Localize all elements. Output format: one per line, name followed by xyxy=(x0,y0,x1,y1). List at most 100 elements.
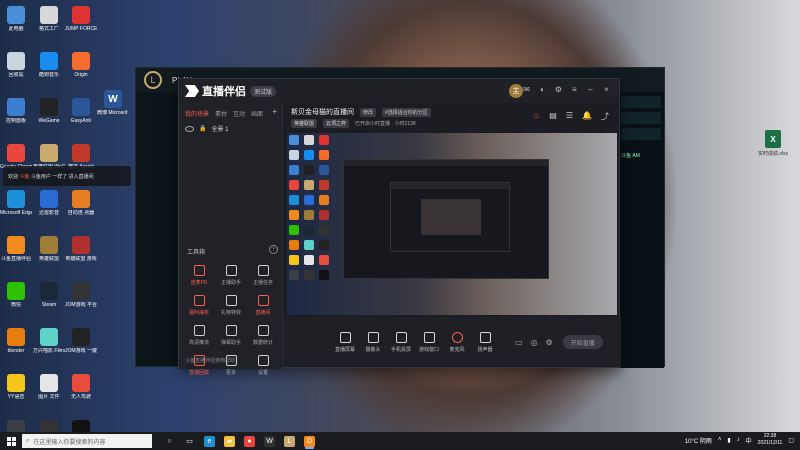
toolbox-item[interactable]: 直播间 xyxy=(247,295,279,316)
tool-icon xyxy=(225,295,237,306)
toolbox-item[interactable]: 主播助手 xyxy=(215,265,247,286)
tab-my-scenes[interactable]: 我的场景 xyxy=(185,109,209,118)
gift-icon[interactable]: ♨ xyxy=(533,111,540,122)
category-selector[interactable]: #选择适合你的分区 xyxy=(382,107,431,117)
desktop-icon[interactable]: 控制面板 xyxy=(1,94,31,140)
live-companion-window[interactable]: 直播伴侣 测试版 主 ✉ ◐ ⚙ ≡ – × 我的场景 素材 互动 画面 + 🔒… xyxy=(178,78,621,376)
tab-interact[interactable]: 互动 xyxy=(233,109,245,118)
desktop-icon[interactable]: 斗鱼直播伴侣 xyxy=(1,232,31,278)
close-icon[interactable]: × xyxy=(602,85,611,94)
desktop-icon[interactable]: 图片 文件 xyxy=(34,370,64,416)
mode-tag[interactable]: 云顶之弈 xyxy=(323,119,350,128)
toolbox-item[interactable]: 高清推流 xyxy=(183,325,215,346)
desktop-icon[interactable]: EasyAnti xyxy=(66,94,96,140)
chrome-taskbar-icon[interactable]: ● xyxy=(244,435,255,447)
desktop-icon[interactable]: Steam xyxy=(34,278,64,324)
task-view-icon[interactable]: ▭ xyxy=(184,435,195,447)
toolbox-more-icon[interactable]: › xyxy=(269,245,278,254)
desktop-icon[interactable]: 酷狗音乐 xyxy=(34,48,64,94)
desktop-icon[interactable]: blender xyxy=(1,324,31,370)
toolbox-item[interactable]: 连麦PK xyxy=(183,265,215,286)
edit-title-button[interactable]: 修改 xyxy=(360,107,377,117)
desktop-icon[interactable]: 回收站 xyxy=(1,48,31,94)
desktop-icon[interactable]: 英雄联盟 游戏 xyxy=(65,232,97,278)
desktop-icon[interactable]: 迅雷影音 xyxy=(34,186,64,232)
message-icon[interactable]: ✉ xyxy=(522,85,531,94)
phone-cast-icon xyxy=(395,331,407,343)
toolbox-item[interactable]: 主播任务 xyxy=(247,265,279,286)
settings-icon[interactable]: ⚙ xyxy=(554,85,563,94)
share-icon[interactable]: ⤴ xyxy=(601,111,609,122)
explorer-icon[interactable]: ▰ xyxy=(224,435,235,447)
avatar[interactable]: 主 xyxy=(509,84,523,98)
desktop-icon[interactable]: JOM游戏 一键连招 xyxy=(65,324,97,370)
start-live-button[interactable]: 开始直播 xyxy=(562,335,603,349)
chat-icon[interactable]: ▤ xyxy=(549,111,557,122)
beauty-icon[interactable]: ◎ xyxy=(531,338,538,347)
weather-widget[interactable]: 10°C 阴雨 xyxy=(685,436,712,445)
control-button[interactable]: 麦克风 xyxy=(443,331,471,353)
desktop-icon[interactable]: WeGame xyxy=(34,94,64,140)
network-icon[interactable]: ▮ xyxy=(727,437,730,444)
desktop-icon[interactable]: 格式工厂 xyxy=(34,2,64,48)
desktop-icon[interactable]: Microsoft Edge xyxy=(0,186,32,232)
toolbox-item[interactable]: 设置 xyxy=(247,355,279,376)
desktop-icon[interactable]: 英雄联盟 xyxy=(34,232,64,278)
menu-icon[interactable]: ≡ xyxy=(570,85,579,94)
minimize-icon[interactable]: – xyxy=(586,85,595,94)
notification-icon[interactable]: 🔔 xyxy=(582,111,592,122)
control-button[interactable]: 游戏窗口 xyxy=(415,331,443,353)
desktop-icon[interactable]: JUMP FORCE xyxy=(65,2,97,48)
desktop-icon[interactable]: 此电脑 xyxy=(1,2,31,48)
lol-taskbar-icon[interactable]: L xyxy=(284,435,295,447)
friend-row[interactable] xyxy=(621,96,661,108)
fans-icon[interactable]: ☰ xyxy=(566,111,573,122)
friend-row[interactable] xyxy=(621,112,661,124)
game-tag[interactable]: 英雄联盟 xyxy=(291,119,318,128)
desktop-icon-label: 万兴喵影 Filmora xyxy=(33,348,65,354)
toolbox-item[interactable]: 弹幕助手 xyxy=(215,325,247,346)
skin-icon[interactable]: ◐ xyxy=(538,85,547,94)
input-language[interactable]: 中 xyxy=(746,436,752,445)
start-button[interactable] xyxy=(0,432,22,450)
source-buttons: 直播屏幕 摄像头 手机投屏 游戏窗口 麦克风 扬声器 xyxy=(331,331,499,353)
tab-assets[interactable]: 素材 xyxy=(215,109,227,118)
notification-center-icon[interactable]: ▢ xyxy=(788,437,794,444)
desktop-icon[interactable]: 万兴喵影 Filmora xyxy=(33,324,65,370)
desktop-icon[interactable]: 无人驾驶 xyxy=(66,370,96,416)
desktop-icon[interactable]: YY语音 xyxy=(1,370,31,416)
control-button[interactable]: 手机投屏 xyxy=(387,331,415,353)
control-label: 摄像头 xyxy=(365,346,381,353)
desktop-icon[interactable]: 自动连 点器 xyxy=(66,186,96,232)
edge-taskbar-icon[interactable]: e xyxy=(204,435,215,447)
visibility-eye-icon[interactable] xyxy=(185,125,194,132)
desktop-icon[interactable]: 微信 xyxy=(1,278,31,324)
record-icon[interactable]: ▭ xyxy=(515,338,523,347)
tab-canvas[interactable]: 画面 xyxy=(251,109,263,118)
add-scene-icon[interactable]: + xyxy=(272,108,277,118)
desktop-icon-extra[interactable]: W 微博 Microsof... xyxy=(97,86,129,132)
desktop-file-xlsx[interactable]: X 实时成绩.xlsx xyxy=(758,130,788,157)
friend-row[interactable] xyxy=(621,128,661,140)
toolbox-item[interactable]: 福利抽奖 xyxy=(183,295,215,316)
scene-item[interactable]: 🔒 全景 1 xyxy=(179,118,282,139)
douyu-taskbar-icon[interactable]: D xyxy=(304,435,315,447)
desktop-icon[interactable]: JOM游戏 平台 xyxy=(65,278,97,324)
control-label: 扬声器 xyxy=(477,346,493,353)
tray-chevron-icon[interactable]: ˄ xyxy=(718,437,722,443)
stream-preview-canvas[interactable] xyxy=(287,133,617,315)
volume-icon[interactable]: ♪ xyxy=(737,437,740,443)
wegame-taskbar-icon[interactable]: W xyxy=(264,435,275,447)
toolbox-item[interactable]: 礼物特效 xyxy=(215,295,247,316)
control-button[interactable]: 扬声器 xyxy=(471,331,499,353)
toolbox-item[interactable]: 数据统计 xyxy=(247,325,279,346)
control-button[interactable]: 摄像头 xyxy=(359,331,387,353)
desktop-icon[interactable]: Origin xyxy=(66,48,96,94)
lock-icon[interactable]: 🔒 xyxy=(199,125,206,132)
taskbar-search-input[interactable]: ⌕ 在这里输入你要搜索的内容 xyxy=(22,434,152,448)
control-button[interactable]: 直播屏幕 xyxy=(331,331,359,353)
search-circle-icon[interactable]: ○ xyxy=(164,435,175,447)
settings-gear-icon[interactable]: ⚙ xyxy=(546,338,553,347)
clock[interactable]: 22:38 2021/12/11 xyxy=(758,433,783,447)
help-link[interactable]: 斗鱼直播伴侣使用帮助 xyxy=(185,357,235,364)
